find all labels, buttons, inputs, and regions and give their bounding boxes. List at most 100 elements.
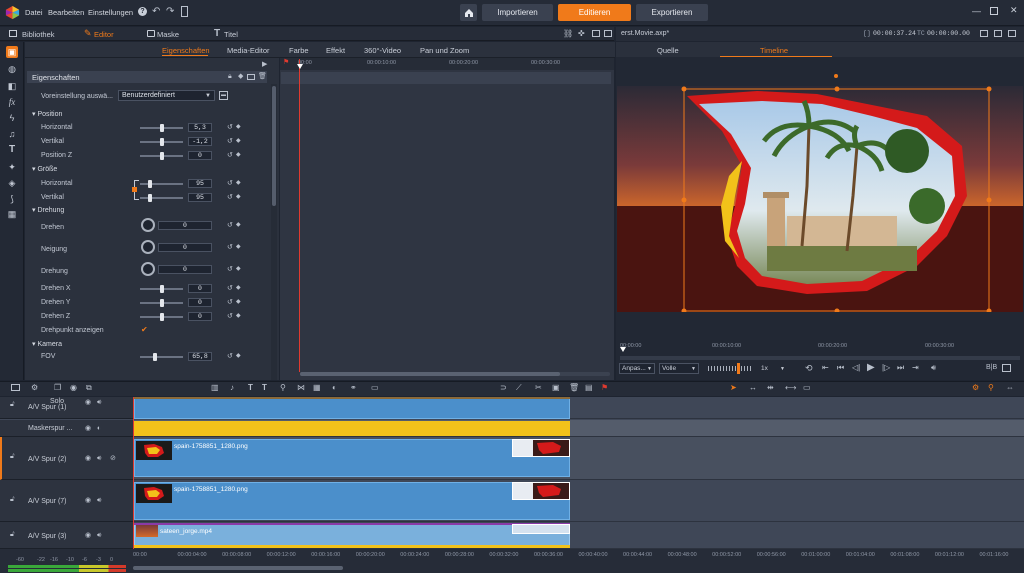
lock-icon[interactable]: 🔓︎ bbox=[10, 496, 15, 503]
maximize-panel-icon[interactable] bbox=[604, 30, 612, 37]
mark-in-icon[interactable]: ⇤ bbox=[822, 364, 829, 372]
jog-wheel[interactable] bbox=[708, 366, 752, 371]
motion-icon[interactable]: ⟆ bbox=[6, 193, 18, 205]
reset-icon[interactable]: ↺ bbox=[227, 299, 233, 306]
nav-export-button[interactable]: Exportieren bbox=[636, 4, 708, 21]
add-keyframe-icon[interactable]: ◆ bbox=[236, 266, 241, 272]
keyframe-hscroll-thumb[interactable] bbox=[300, 372, 560, 376]
timeline-playhead[interactable] bbox=[133, 397, 134, 549]
audio-mixer-icon[interactable]: ▥ bbox=[211, 384, 219, 392]
reset-icon[interactable]: ↺ bbox=[227, 124, 233, 131]
record-icon[interactable]: ◉ bbox=[70, 384, 77, 392]
reset-icon[interactable]: ↺ bbox=[227, 138, 233, 145]
visibility-icon[interactable]: ◉ bbox=[85, 497, 91, 504]
add-keyframe-icon[interactable]: ◆ bbox=[236, 313, 241, 319]
media-icon[interactable]: ▣ bbox=[6, 46, 18, 58]
tab-pan-zoom[interactable]: Pan und Zoom bbox=[420, 46, 469, 55]
lock-icon[interactable]: 🔓︎ bbox=[10, 531, 15, 538]
keyframe-playhead[interactable] bbox=[299, 59, 300, 372]
rotate-y-slider-thumb[interactable] bbox=[160, 299, 164, 307]
lock-icon[interactable]: 🔓︎ bbox=[10, 401, 15, 408]
timeline-ruler[interactable]: 00:00 00:00:04:00 00:00:08:00 00:00:12:00 00… bbox=[133, 551, 1024, 561]
size-vertical-slider[interactable] bbox=[140, 197, 183, 199]
home-button[interactable] bbox=[460, 4, 477, 21]
spin-dial[interactable] bbox=[141, 262, 155, 276]
graphics-icon[interactable]: ✦ bbox=[6, 161, 18, 173]
nav-import-button[interactable]: Importieren bbox=[482, 4, 553, 21]
transition-thumb[interactable] bbox=[512, 482, 570, 500]
spin-input[interactable]: 0 bbox=[158, 265, 212, 274]
effects-icon[interactable]: fx bbox=[6, 96, 18, 108]
vertical-slider-thumb[interactable] bbox=[160, 138, 164, 146]
preview-window-icon[interactable] bbox=[994, 30, 1002, 37]
add-keyframe-icon[interactable]: ◆ bbox=[236, 299, 241, 305]
size-horizontal-slider[interactable] bbox=[140, 183, 183, 185]
tab-effect[interactable]: Effekt bbox=[326, 46, 345, 55]
position-z-input[interactable]: 0 bbox=[188, 151, 212, 160]
add-keyframe-icon[interactable]: ◆ bbox=[236, 180, 241, 186]
clip[interactable] bbox=[134, 398, 570, 419]
slip-icon[interactable]: ⟷ bbox=[785, 384, 796, 392]
camera-section[interactable]: ▾ Kamera bbox=[32, 340, 62, 348]
audio-mute-icon[interactable]: 🔊︎ bbox=[97, 532, 101, 539]
delete-icon[interactable]: 🗑︎ bbox=[258, 73, 267, 80]
solo-label[interactable]: Solo bbox=[50, 398, 64, 405]
track-name[interactable]: A/V Spur (7) bbox=[28, 498, 67, 505]
trim-icon[interactable]: ⇹ bbox=[767, 384, 774, 392]
copy-icon[interactable]: ❐ bbox=[54, 384, 61, 392]
position-z-slider-thumb[interactable] bbox=[160, 152, 164, 160]
group-icon[interactable]: ▣ bbox=[552, 384, 560, 392]
audio-icon[interactable]: ♪ bbox=[230, 384, 234, 392]
tab-color[interactable]: Farbe bbox=[289, 46, 309, 55]
tab-mask[interactable]: Maske bbox=[157, 30, 179, 39]
rotate-input[interactable]: 0 bbox=[158, 221, 212, 230]
reset-icon[interactable]: ↺ bbox=[227, 244, 233, 251]
detach-icon[interactable] bbox=[592, 30, 600, 37]
play-keyframes-icon[interactable]: ▶ bbox=[262, 61, 267, 68]
track-name[interactable]: A/V Spur (2) bbox=[28, 456, 67, 463]
nav-edit-button[interactable]: Editieren bbox=[558, 4, 631, 21]
add-keyframe-icon[interactable]: ◆ bbox=[236, 222, 241, 228]
aspect-lock-icon[interactable] bbox=[132, 187, 137, 192]
keyframe-timeline[interactable] bbox=[280, 58, 614, 380]
tilt-dial[interactable] bbox=[141, 240, 155, 254]
marker-add-icon[interactable]: ⋈ bbox=[297, 384, 305, 392]
add-keyframe-icon[interactable]: ◆ bbox=[236, 285, 241, 291]
fit-select[interactable]: Anpas... ▼ bbox=[619, 363, 655, 374]
reset-icon[interactable]: ↺ bbox=[227, 222, 233, 229]
rotate-z-slider-thumb[interactable] bbox=[160, 313, 164, 321]
layers-icon[interactable]: ◈ bbox=[6, 177, 18, 189]
audio-mute-icon[interactable]: 🔊︎ bbox=[97, 399, 101, 406]
redo-icon[interactable]: ↷ bbox=[166, 7, 174, 17]
menu-settings[interactable]: Einstellungen bbox=[88, 8, 133, 17]
mark-out-icon[interactable]: ⇥ bbox=[912, 364, 919, 372]
mask-clip[interactable] bbox=[134, 421, 570, 436]
properties-scroll-thumb[interactable] bbox=[272, 86, 276, 206]
reset-icon[interactable]: ↺ bbox=[227, 180, 233, 187]
visibility-icon[interactable]: ◉ bbox=[85, 425, 91, 432]
save-icon[interactable]: ▬ bbox=[219, 91, 228, 100]
visibility-icon[interactable]: ◉ bbox=[85, 399, 91, 406]
settings-icon[interactable]: ⚙ bbox=[31, 384, 38, 392]
preview-detach-icon[interactable] bbox=[980, 30, 988, 37]
slide-icon[interactable]: ▭ bbox=[803, 384, 811, 392]
rotate-y-input[interactable]: 0 bbox=[188, 298, 212, 307]
document-icon[interactable] bbox=[181, 6, 188, 17]
fov-input[interactable]: 65,8 bbox=[188, 352, 212, 361]
tab-library[interactable]: Bibliothek bbox=[22, 30, 55, 39]
track-view-icon[interactable] bbox=[11, 384, 20, 391]
reset-icon[interactable]: ↺ bbox=[227, 353, 233, 360]
quality-select[interactable]: Volle ▼ bbox=[659, 363, 699, 374]
keyframe-icon[interactable]: ◆ bbox=[238, 73, 243, 80]
title-tool-icon[interactable]: T bbox=[248, 384, 253, 392]
position-section[interactable]: ▾ Position bbox=[32, 110, 62, 118]
ripple-icon[interactable]: ↔ bbox=[749, 384, 757, 392]
step-forward-icon[interactable]: |▷ bbox=[882, 364, 890, 372]
speed-select[interactable]: 1x ▼ bbox=[759, 363, 787, 374]
marker-red-icon[interactable]: ⚑ bbox=[601, 384, 608, 392]
size-vertical-input[interactable]: 95 bbox=[188, 193, 212, 202]
track-name[interactable]: Maskerspur ... bbox=[28, 425, 72, 432]
undo-icon[interactable]: ↶ bbox=[152, 7, 160, 17]
reset-icon[interactable]: ↺ bbox=[227, 313, 233, 320]
pivot-checkbox[interactable]: ✔ bbox=[141, 326, 148, 334]
